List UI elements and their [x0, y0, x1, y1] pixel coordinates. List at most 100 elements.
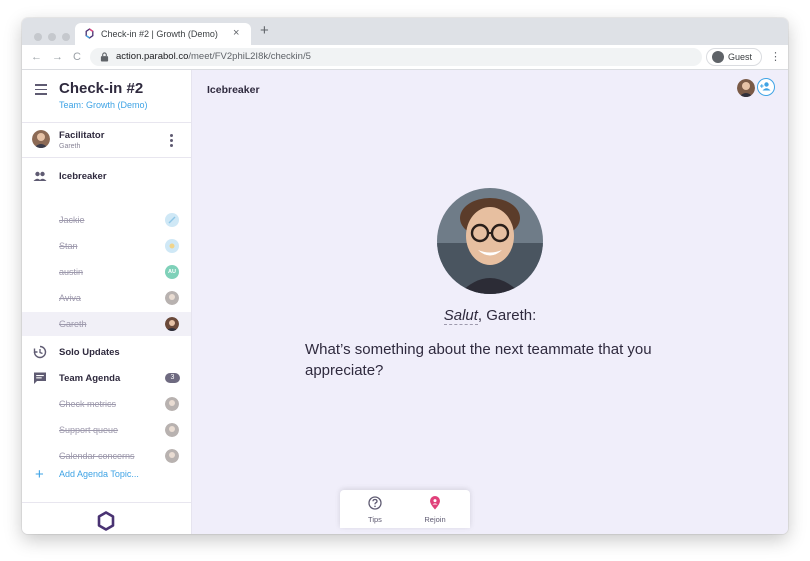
forward-button[interactable]: → — [52, 50, 63, 64]
member-avatar — [165, 213, 179, 227]
back-button[interactable]: ← — [31, 50, 42, 64]
agenda-item-avatar — [165, 423, 179, 437]
facilitator-menu-icon[interactable] — [170, 134, 173, 149]
profile-label: Guest — [728, 52, 753, 62]
browser-toolbar: ← → C action.parabol.co/meet/FV2phiL2I8k… — [22, 45, 788, 70]
reload-button[interactable]: C — [73, 50, 81, 64]
url-host: action.parabol.co — [116, 51, 189, 62]
meeting-title: Check-in #2 — [59, 80, 144, 97]
rejoin-label: Rejoin — [424, 515, 446, 524]
avatar-photo — [165, 449, 179, 463]
tab-title: Check-in #2 | Growth (Demo) — [101, 29, 218, 39]
agenda-item-name: Check metrics — [59, 399, 117, 409]
facilitator-name: Gareth — [59, 143, 81, 150]
plus-icon: + — [35, 466, 44, 483]
url-path: /meet/FV2phiL2I8k/checkin/5 — [188, 51, 311, 62]
parabol-favicon-icon — [85, 28, 94, 39]
add-agenda-topic-label: Add Agenda Topic... — [59, 469, 139, 479]
phase-solo-updates[interactable]: Solo Updates — [22, 341, 191, 363]
tab-close-icon[interactable]: × — [233, 27, 239, 39]
agenda-count-badge: 3 — [165, 373, 180, 383]
sidebar-item-austin[interactable]: austin AU — [22, 260, 191, 284]
facilitator-avatar-image — [32, 130, 50, 148]
hamburger-menu-icon[interactable] — [35, 84, 47, 98]
sidebar-item-aviva[interactable]: Aviva — [22, 286, 191, 310]
browser-window: Check-in #2 | Growth (Demo) × + ← → C ac… — [22, 18, 788, 534]
avatar-photo — [165, 291, 179, 305]
lock-icon — [100, 52, 109, 62]
divider — [22, 122, 191, 123]
help-circle-icon — [368, 496, 382, 510]
rejoin-button[interactable]: Rejoin — [410, 494, 460, 526]
member-name: Stan — [59, 241, 78, 251]
member-initials-avatar: AU — [165, 265, 179, 279]
minimize-window-dot[interactable] — [48, 33, 56, 41]
meeting-bottom-bar: Tips Rejoin — [340, 490, 470, 528]
sidebar-item-jackie[interactable]: Jackie — [22, 208, 191, 232]
phase-icebreaker[interactable]: Icebreaker — [22, 165, 191, 187]
facilitator-avatar — [32, 130, 50, 148]
avatar-placeholder-icon — [169, 243, 175, 249]
member-avatar — [165, 291, 179, 305]
maximize-window-dot[interactable] — [62, 33, 70, 41]
member-name: Gareth — [59, 319, 87, 329]
member-name: Aviva — [59, 293, 81, 303]
avatar-photo — [165, 397, 179, 411]
parabol-logo-icon[interactable] — [96, 511, 116, 531]
new-tab-button[interactable]: + — [260, 22, 269, 40]
member-photo — [437, 188, 543, 294]
meeting-sidebar: Check-in #2 Team: Growth (Demo) Facilita… — [22, 70, 192, 534]
add-person-icon — [760, 82, 771, 91]
avatar-photo — [165, 423, 179, 437]
member-name: austin — [59, 267, 84, 277]
sidebar-item-gareth[interactable]: Gareth — [22, 312, 191, 336]
current-member-avatar — [437, 188, 543, 294]
phase-team-agenda[interactable]: Team Agenda 3 — [22, 367, 191, 389]
divider — [22, 502, 191, 503]
phase-label: Team Agenda — [59, 373, 121, 384]
profile-button[interactable]: Guest — [706, 48, 762, 66]
tips-button[interactable]: Tips — [350, 494, 400, 526]
icebreaker-question: What’s something about the next teammate… — [305, 341, 652, 379]
sidebar-item-check-metrics[interactable]: Check metrics — [22, 392, 191, 416]
group-icon — [33, 171, 47, 181]
chat-icon — [34, 372, 46, 384]
avatar-placeholder-icon — [168, 216, 176, 224]
address-bar[interactable]: action.parabol.co/meet/FV2phiL2I8k/check… — [90, 48, 702, 66]
avatar-photo — [737, 79, 755, 97]
agenda-item-name: Support queue — [59, 425, 119, 435]
member-avatar — [165, 239, 179, 253]
phase-label: Icebreaker — [59, 171, 107, 182]
participant-avatar[interactable] — [737, 79, 755, 97]
agenda-item-name: Calendar concerns — [59, 451, 135, 461]
greeting-language-word[interactable]: Salut — [443, 307, 478, 325]
agenda-item-avatar — [165, 449, 179, 463]
browser-tab[interactable]: Check-in #2 | Growth (Demo) × — [75, 23, 251, 45]
tips-label: Tips — [368, 515, 382, 524]
sidebar-item-support-queue[interactable]: Support queue — [22, 418, 191, 442]
agenda-item-avatar — [165, 397, 179, 411]
close-window-dot[interactable] — [34, 33, 42, 41]
sidebar-item-stan[interactable]: Stan — [22, 234, 191, 258]
meeting-main-area: Icebreaker Salut, Gareth: What’s somethi… — [192, 70, 788, 534]
avatar-photo — [165, 317, 179, 331]
phase-title: Icebreaker — [207, 84, 260, 96]
greeting-text: Salut, Gareth: — [192, 307, 788, 325]
member-avatar — [165, 317, 179, 331]
history-icon — [33, 345, 47, 359]
location-pin-icon — [430, 496, 440, 510]
sidebar-item-calendar-concerns[interactable]: Calendar concerns — [22, 444, 191, 468]
url-text: action.parabol.co/meet/FV2phiL2I8k/check… — [116, 48, 311, 66]
facilitator-label: Facilitator — [59, 130, 105, 141]
team-name-link[interactable]: Team: Growth (Demo) — [59, 100, 148, 110]
browser-tab-bar: Check-in #2 | Growth (Demo) × + — [22, 18, 788, 45]
browser-menu-icon[interactable]: ⋮ — [770, 50, 781, 64]
divider — [22, 157, 191, 158]
invite-participant-button[interactable] — [757, 78, 775, 96]
add-agenda-topic-button[interactable]: + Add Agenda Topic... — [22, 466, 191, 486]
phase-label: Solo Updates — [59, 347, 120, 358]
window-controls — [34, 28, 76, 46]
greeting-name: , Gareth: — [477, 307, 537, 324]
member-name: Jackie — [59, 215, 85, 225]
profile-icon — [712, 51, 724, 63]
